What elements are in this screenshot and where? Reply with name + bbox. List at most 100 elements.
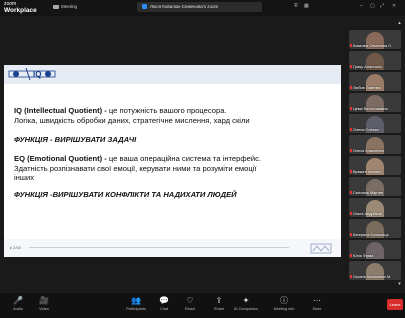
toolbar-label: Chat: [159, 307, 169, 311]
meeting-icon: [53, 4, 59, 9]
video-off-icon: 🎥: [39, 296, 49, 305]
participant-name: Світлана Мартин: [350, 191, 400, 196]
participant-name: Вражаті посмач: [350, 170, 400, 175]
participant-tile[interactable]: Катерина Коломієць: [349, 219, 401, 238]
participant-name-text: Ольга Андріївна: [353, 211, 382, 216]
toolbar-label: Audio: [13, 307, 23, 311]
participant-tile[interactable]: Юлія Фірма: [349, 240, 401, 259]
slide-line-4: EQ (Emotional Quotient) - це ваша операц…: [14, 154, 261, 163]
meeting-title-tab[interactable]: Люся Ковалюк-Семенова's zoom: [137, 2, 262, 12]
mic-muted-icon: [350, 128, 352, 131]
video-button[interactable]: 🎥 Video: [30, 293, 58, 318]
mic-muted-icon: [350, 65, 352, 68]
participant-tile[interactable]: Ольга Андріївна: [349, 198, 401, 217]
participant-name-text: Любов Гоменюк: [353, 85, 381, 90]
logo-text: IQ: [33, 70, 42, 79]
mic-muted-icon: [350, 191, 352, 194]
mic-muted-icon: [350, 275, 352, 278]
mic-muted-icon: [350, 212, 352, 215]
slide-footer: ▸ 2/60: [4, 239, 341, 257]
zoom-workplace-logo: zoom Workplace: [4, 1, 37, 14]
participant-tile[interactable]: Олена Гілевич: [349, 114, 401, 133]
mic-muted-icon: [350, 233, 352, 236]
participants-button[interactable]: 👥 Participants: [122, 293, 150, 318]
presentation-slide: IQ IQ (Intellectual Quotient) - це потуж…: [4, 65, 341, 257]
toolbar-label: Share: [213, 307, 225, 311]
participant-name: Цема Вячеславівна: [350, 107, 400, 112]
slide-line-6: інших: [14, 173, 35, 182]
participant-tile[interactable]: Любов Гоменюк: [349, 72, 401, 91]
participants-icon: 👥: [131, 296, 141, 305]
slide-line-5: Здатність розпізнавати свої емоції, керу…: [14, 164, 257, 173]
toolbar-label: Video: [39, 307, 49, 311]
participant-name: Гриць Анастасія: [350, 65, 400, 70]
slide-line-2: Логіка, швидкість обробки даних, стратег…: [14, 116, 250, 125]
participant-name: Олена Гілевич: [350, 128, 400, 133]
ai-companion-icon: ✦: [242, 296, 250, 305]
shared-screen: IQ IQ (Intellectual Quotient) - це потуж…: [0, 17, 345, 293]
slide-page-indicator[interactable]: ▸ 2/60: [10, 245, 21, 250]
participant-tile[interactable]: Вражаті посмач: [349, 156, 401, 175]
participant-name-text: Вражаті посмач: [353, 169, 381, 174]
participant-name: Юлія Фірма: [350, 254, 400, 259]
close-icon[interactable]: ✕: [392, 3, 396, 9]
participant-gallery: ▴ ▾ Ковалюк Семенова Л. Гриць Анастасія Лю…: [345, 17, 405, 293]
gallery-up-icon[interactable]: ▴: [396, 20, 403, 27]
participant-tile[interactable]: Оксана Косименко М.: [349, 261, 401, 280]
participant-name-text: Олена Гілевич: [353, 127, 379, 132]
minimize-icon[interactable]: –: [360, 3, 363, 9]
meeting-chip[interactable]: Meeting: [53, 4, 77, 9]
fullscreen-icon[interactable]: ⤢: [380, 3, 384, 9]
toolbar-label: Meeting info: [273, 307, 295, 311]
info-icon: ⓘ: [280, 296, 288, 305]
meeting-info-button[interactable]: ⓘ Meeting info: [270, 293, 298, 318]
zoom-icon: [142, 4, 147, 10]
heart-icon: ♡: [186, 296, 194, 305]
leave-button[interactable]: Leave: [387, 299, 403, 310]
maximize-icon[interactable]: ▢: [370, 3, 375, 9]
meeting-toolbar: 🎤 Audio 🎥 Video 👥 Participants 💬 Chat ♡ React ⇪ Sha…: [0, 293, 405, 318]
more-button[interactable]: ⋯ More: [303, 293, 331, 318]
participant-name: Оксана Косименко М.: [350, 275, 400, 280]
ai-companion-button[interactable]: ✦ AI Companion: [232, 293, 260, 318]
slide-logo: IQ: [8, 67, 58, 81]
slide-line-1: IQ (Intellectual Quotient) - це потужніс…: [14, 106, 227, 115]
participant-name-text: Катерина Коломієць: [353, 232, 389, 237]
mic-muted-icon: [350, 107, 352, 110]
participant-tile[interactable]: Олеся Коваленко: [349, 135, 401, 154]
slide-progress-bar: [29, 247, 289, 248]
toolbar-label: AI Companion: [233, 307, 259, 311]
participant-tile[interactable]: Гриць Анастасія: [349, 51, 401, 70]
slide-line-3: ФУНКЦІЯ - ВИРІШУВАТИ ЗАДАЧІ: [14, 135, 137, 144]
participant-name: Ковалюк Семенова Л.: [350, 44, 400, 49]
toolbar-label: React: [185, 307, 195, 311]
participant-tile[interactable]: Цема Вячеславівна: [349, 93, 401, 112]
toolbar-label: More: [312, 307, 322, 311]
audio-button[interactable]: 🎤 Audio: [4, 293, 32, 318]
react-button[interactable]: ♡ React: [176, 293, 204, 318]
title-bar: zoom Workplace Meeting Люся Ковалюк-Семе…: [0, 0, 405, 16]
school-logo: [310, 243, 332, 254]
participant-name-text: Світлана Мартин: [353, 190, 384, 195]
play-icon: ▸: [10, 245, 13, 250]
participant-name: Любов Гоменюк: [350, 86, 400, 91]
participant-tile[interactable]: Ковалюк Семенова Л.: [349, 30, 401, 49]
participant-name-text: Цема Вячеславівна: [353, 106, 388, 111]
mic-muted-icon: [350, 44, 352, 47]
gallery-down-icon[interactable]: ▾: [396, 281, 403, 288]
participant-name-text: Ковалюк Семенова Л.: [353, 43, 392, 48]
mic-muted-icon: [350, 170, 352, 173]
participant-name-text: Оксана Косименко М.: [353, 274, 392, 279]
slide-header: IQ: [4, 65, 341, 84]
chat-button[interactable]: 💬 Chat: [150, 293, 178, 318]
share-icon: ⇪: [215, 296, 223, 305]
participant-name: Олеся Коваленко: [350, 149, 400, 154]
participant-tile[interactable]: Світлана Мартин: [349, 177, 401, 196]
shield-icon[interactable]: ⛨: [294, 3, 298, 9]
participant-name: Катерина Коломієць: [350, 233, 400, 238]
mic-muted-icon: [350, 149, 352, 152]
participant-name-text: Гриць Анастасія: [353, 64, 382, 69]
share-button[interactable]: ⇪ Share: [205, 293, 233, 318]
grid-view-icon[interactable]: ▦: [304, 3, 309, 9]
chat-icon: 💬: [159, 296, 169, 305]
